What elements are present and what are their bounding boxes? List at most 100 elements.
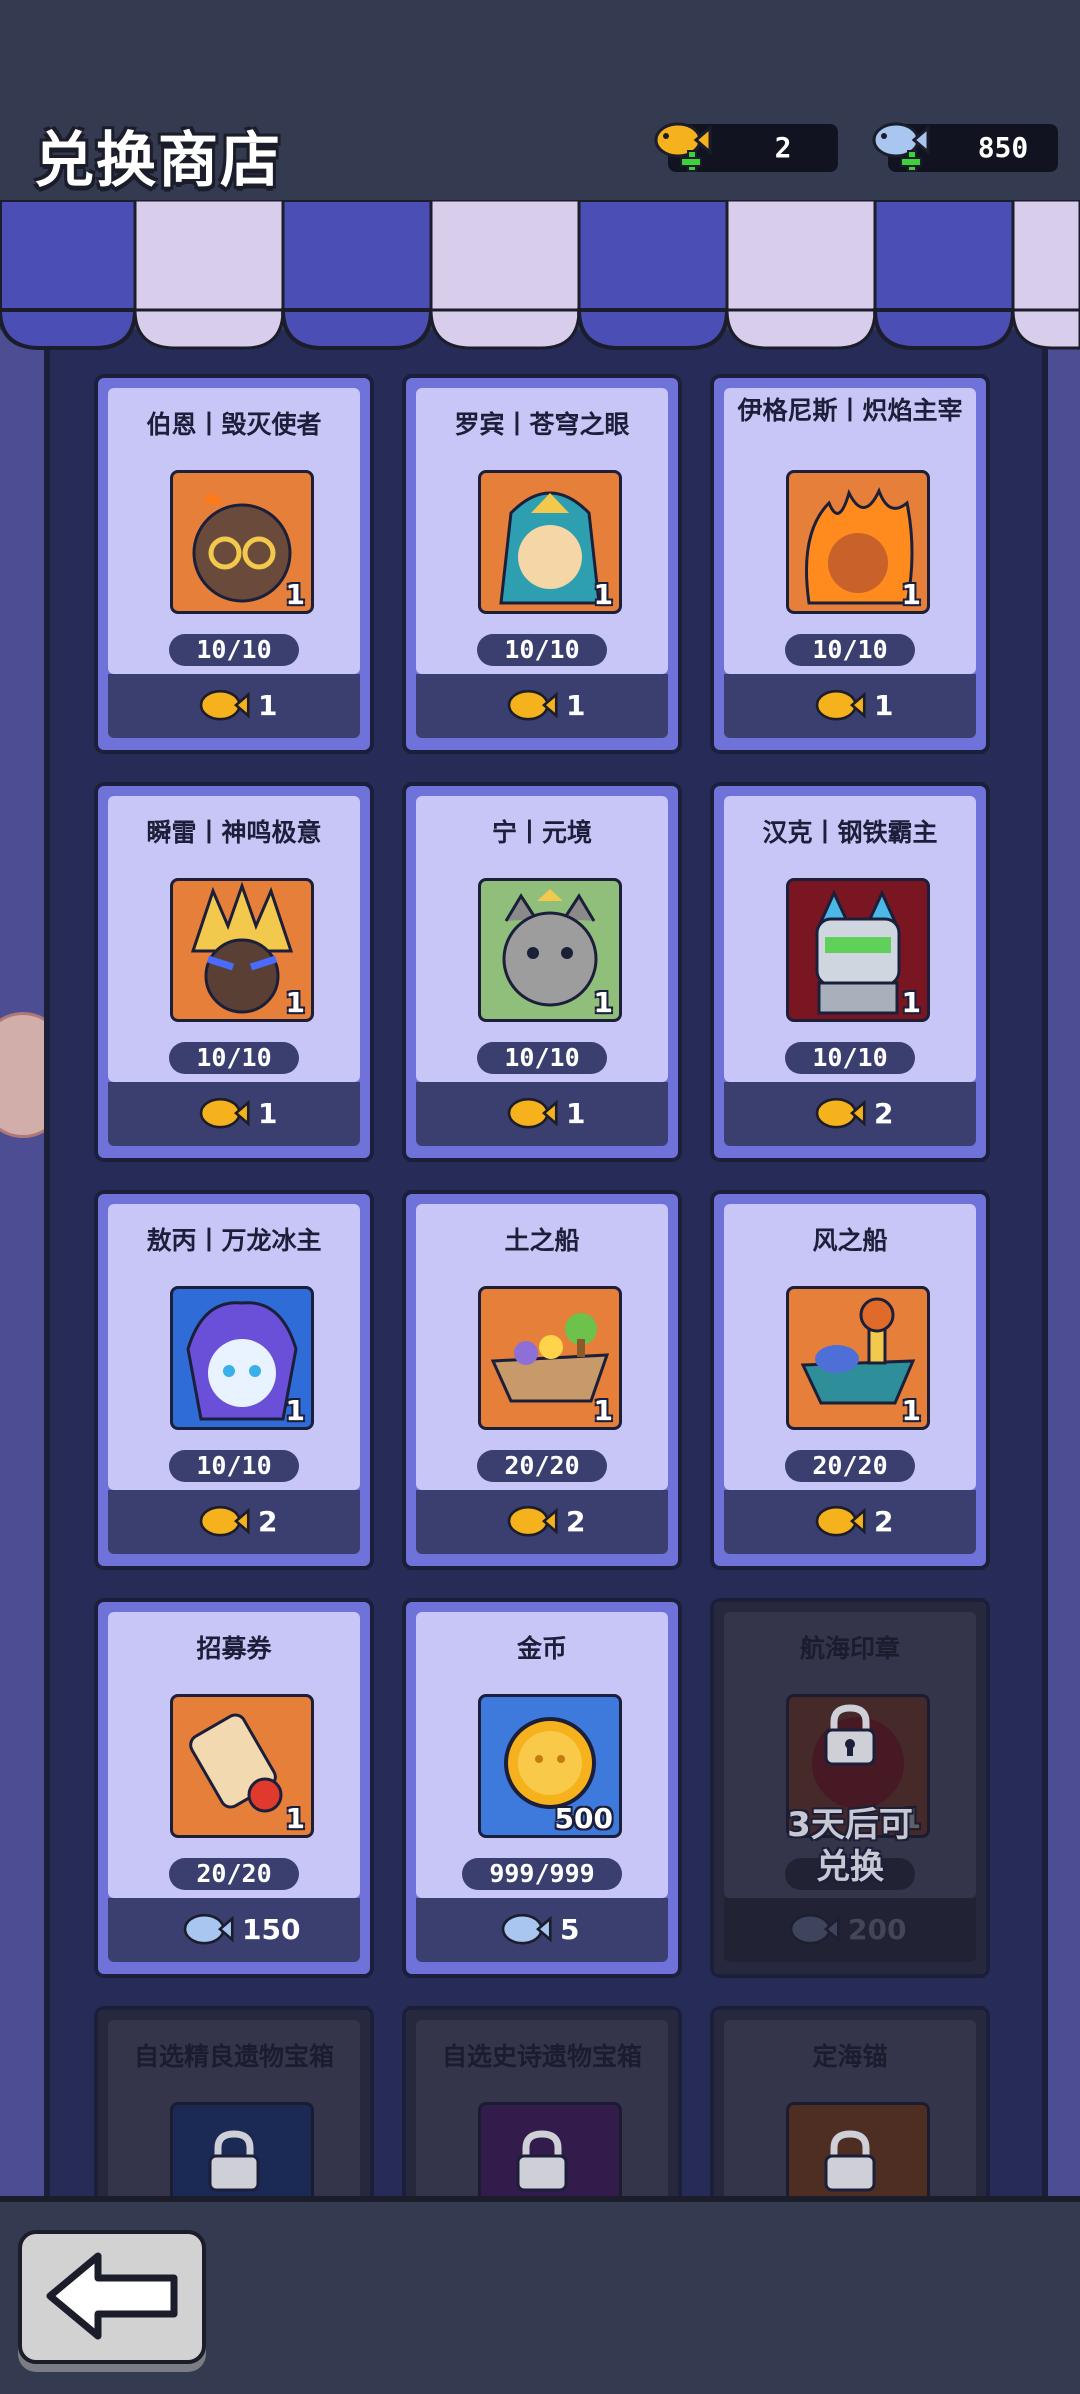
item-quantity: 1 [285, 986, 305, 1019]
shop-item-card[interactable]: 汉克丨钢铁霸主 1 10/10 2 [710, 782, 990, 1162]
gold-fish-icon [815, 1505, 866, 1537]
hero-hank-icon: 1 [786, 878, 930, 1022]
price-bar[interactable]: 1 [108, 1082, 360, 1146]
hero-robin-icon: 1 [478, 470, 622, 614]
shop-item-card[interactable]: 风之船 1 20/20 2 [710, 1190, 990, 1570]
item-stock: 20/20 [477, 1450, 607, 1482]
item-price: 2 [258, 1505, 278, 1538]
wind-ship-icon: 1 [786, 1286, 930, 1430]
price-bar[interactable]: 1 [724, 674, 976, 738]
item-price: 1 [566, 1097, 586, 1130]
item-quantity: 1 [901, 578, 921, 611]
add-blue-fish-icon[interactable] [900, 150, 922, 172]
shop-item-card[interactable]: 罗宾丨苍穹之眼 1 10/10 1 [402, 374, 682, 754]
item-name: 罗宾丨苍穹之眼 [454, 410, 630, 439]
gold-fish-icon [507, 1505, 558, 1537]
shop-item-card[interactable]: 土之船 1 20/20 2 [402, 1190, 682, 1570]
blue-fish-icon [183, 1913, 234, 1945]
gold-fish-icon [507, 1097, 558, 1129]
item-quantity: 1 [593, 578, 613, 611]
item-stock: 10/10 [785, 634, 915, 666]
hero-ignis-icon: 1 [786, 470, 930, 614]
shop-item-card[interactable]: 瞬雷丨神鸣极意 1 10/10 1 [94, 782, 374, 1162]
card-face: 招募券 1 20/20 [108, 1612, 360, 1898]
price-bar[interactable]: 1 [108, 674, 360, 738]
earth-ship-icon: 1 [478, 1286, 622, 1430]
back-button[interactable] [18, 2230, 206, 2364]
item-name: 招募券 [196, 1634, 272, 1663]
shop-item-card[interactable]: 宁丨元境 1 10/10 1 [402, 782, 682, 1162]
shop-item-card[interactable]: 招募券 1 20/20 150 [94, 1598, 374, 1978]
card-face: 宁丨元境 1 10/10 [416, 796, 668, 1082]
item-price: 5 [560, 1913, 580, 1946]
shop-item-card[interactable]: 伊格尼斯丨炽焰主宰 1 10/10 1 [710, 374, 990, 754]
item-stock: 10/10 [477, 634, 607, 666]
item-stock: 999/999 [462, 1858, 622, 1890]
add-gold-fish-icon[interactable] [680, 150, 702, 172]
gold-fish-icon [199, 689, 250, 721]
card-face: 汉克丨钢铁霸主 1 10/10 [724, 796, 976, 1082]
back-arrow-icon [46, 2252, 178, 2340]
item-quantity: 1 [593, 986, 613, 1019]
item-quantity: 1 [285, 1802, 305, 1835]
price-bar[interactable]: 2 [724, 1082, 976, 1146]
card-face: 伯恩丨毁灭使者 1 10/10 [108, 388, 360, 674]
item-price: 2 [566, 1505, 586, 1538]
item-name: 伊格尼斯丨炽焰主宰 [737, 396, 963, 425]
hero-shunlei-icon: 1 [170, 878, 314, 1022]
blue-fish-icon [501, 1913, 552, 1945]
recruit-scroll-icon: 1 [170, 1694, 314, 1838]
card-face: 敖丙丨万龙冰主 1 10/10 [108, 1204, 360, 1490]
price-bar[interactable]: 2 [416, 1490, 668, 1554]
hero-bern-icon: 1 [170, 470, 314, 614]
shop-item-card-locked[interactable]: 航海印章 1 200 3天后可 兑换 [710, 1598, 990, 1978]
price-bar[interactable]: 1 [416, 1082, 668, 1146]
item-stock: 20/20 [785, 1450, 915, 1482]
item-quantity: 500 [554, 1802, 613, 1835]
item-stock: 10/10 [169, 1042, 299, 1074]
item-name: 宁丨元境 [491, 818, 592, 847]
price-bar[interactable]: 2 [108, 1490, 360, 1554]
shop-item-card[interactable]: 金币 500 999/999 5 [402, 1598, 682, 1978]
item-price: 1 [566, 689, 586, 722]
shop-item-card[interactable]: 敖丙丨万龙冰主 1 10/10 2 [94, 1190, 374, 1570]
hero-aobing-icon: 1 [170, 1286, 314, 1430]
card-face: 伊格尼斯丨炽焰主宰 1 10/10 [724, 388, 976, 674]
gold-fish-icon [199, 1505, 250, 1537]
price-bar[interactable]: 2 [724, 1490, 976, 1554]
item-stock: 10/10 [785, 1042, 915, 1074]
card-face: 风之船 1 20/20 [724, 1204, 976, 1490]
item-quantity: 1 [285, 578, 305, 611]
price-bar[interactable]: 5 [416, 1898, 668, 1962]
card-face: 金币 500 999/999 [416, 1612, 668, 1898]
gold-fish-amount: 2 [774, 131, 792, 164]
gold-fish-icon [815, 689, 866, 721]
lock-icon [516, 2130, 568, 2192]
lock-icon [824, 2130, 876, 2192]
gold-fish-icon [815, 1097, 866, 1129]
item-name: 土之船 [504, 1226, 580, 1255]
item-price: 1 [258, 689, 278, 722]
item-price: 1 [258, 1097, 278, 1130]
item-name: 金币 [516, 1634, 567, 1663]
card-face: 罗宾丨苍穹之眼 1 10/10 [416, 388, 668, 674]
shop-awning [0, 200, 1080, 350]
item-stock: 20/20 [169, 1858, 299, 1890]
item-name: 瞬雷丨神鸣极意 [146, 818, 322, 847]
price-bar[interactable]: 1 [416, 674, 668, 738]
gold-coin-icon: 500 [478, 1694, 622, 1838]
item-price: 1 [874, 689, 894, 722]
item-quantity: 1 [901, 1394, 921, 1427]
item-name: 汉克丨钢铁霸主 [762, 818, 938, 847]
unlock-countdown-subtext: 兑换 [816, 1847, 884, 1887]
blue-fish-amount: 850 [977, 131, 1029, 164]
item-name: 风之船 [812, 1226, 888, 1255]
page-title: 兑换商店 [34, 126, 282, 196]
card-face: 瞬雷丨神鸣极意 1 10/10 [108, 796, 360, 1082]
item-quantity: 1 [593, 1394, 613, 1427]
item-quantity: 1 [901, 986, 921, 1019]
shop-item-card[interactable]: 伯恩丨毁灭使者 1 10/10 1 [94, 374, 374, 754]
price-bar[interactable]: 150 [108, 1898, 360, 1962]
item-stock: 10/10 [169, 634, 299, 666]
item-name: 伯恩丨毁灭使者 [146, 410, 322, 439]
